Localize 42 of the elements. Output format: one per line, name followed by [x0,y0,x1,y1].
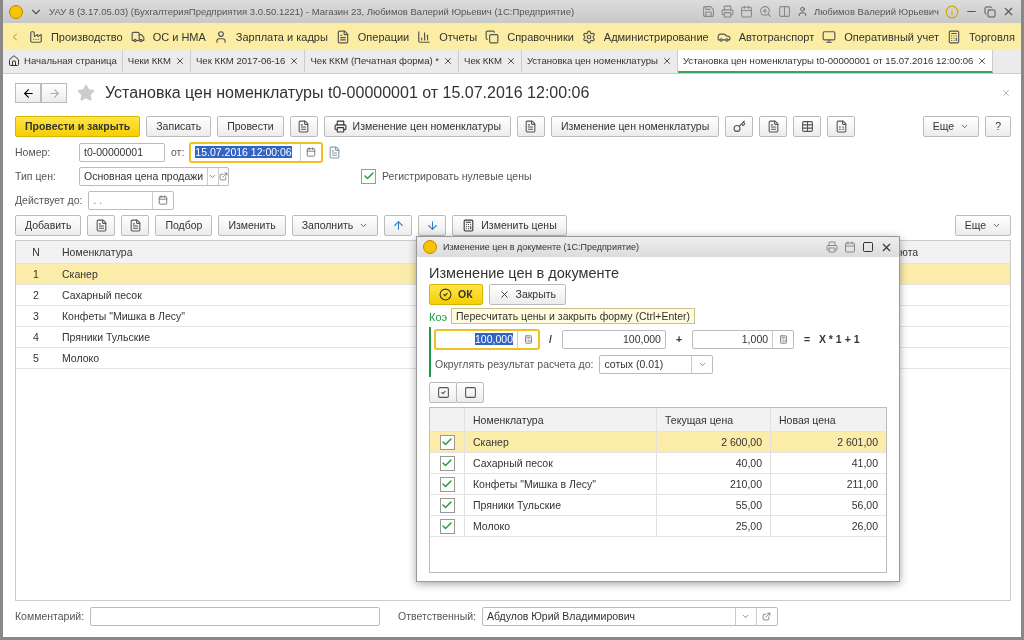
zero-prices-label: Регистрировать нулевые цены [382,170,532,182]
table-cell: Молоко [464,516,656,536]
table-cell: Сканер [464,432,656,452]
plus-sign: + [674,333,684,345]
table-cell-text: 5 [32,352,40,364]
table-cell: Пряники Тульские [464,495,656,515]
table-cell: 55,00 [656,495,770,515]
table-cell: 56,00 [770,495,886,515]
table-cell: Конфеты "Мишка в Лесу" [464,474,656,494]
dialog-window-title: Изменение цен в документе (1С:Предприятие) [443,242,639,252]
table-cell: 2 600,00 [656,432,770,452]
coefficient-label: Коэ [429,311,448,323]
window-title: УАУ 8 (3.17.05.03) (БухгалтерияПредприятия 3.0.50.1221) - Магазин 23, Любимов Валерий Юрьевич (1С:Предприятие) [49,6,575,17]
round-label: Округлять результат расчета до: [435,358,594,370]
dialog-heading: Изменение цен в документе [429,264,621,281]
table-cell: 26,00 [770,516,886,536]
table-cell: Сахарный песок [464,453,656,473]
table-cell-text: Конфеты "Мишка в Лесу" [61,310,186,322]
table-cell: 25,00 [656,516,770,536]
comment-label: Комментарий: [15,610,85,622]
table-cell: 211,00 [770,474,886,494]
responsible-label: Ответственный: [398,610,476,622]
price-type-label: Тип цен: [15,170,57,182]
document-title: Установка цен номенклатуры t0-00000001 от 15.07.2016 12:00:06 [105,84,590,102]
table-cell-text: 3 [32,310,40,322]
table-cell-text: Пряники Тульские [61,331,151,343]
table-cell-text: 4 [32,331,40,343]
formula-text: = X * 1 + 1 [803,333,861,345]
table-cell: 2 601,00 [770,432,886,452]
tooltip: Пересчитать цены и закрыть форму (Ctrl+Enter) [451,308,695,324]
divide-sign: / [548,333,553,345]
date-label: от: [171,146,185,158]
table-cell: 210,00 [656,474,770,494]
table-cell-text: 2 [32,289,40,301]
table-cell: 41,00 [770,453,886,473]
table-cell-text: 1 [32,268,40,280]
table-cell: 40,00 [656,453,770,473]
valid-until-label: Действует до: [15,194,83,206]
table-cell-text: Молоко [61,352,101,364]
table-cell-text: Сахарный песок [61,289,143,301]
number-label: Номер: [15,146,52,158]
table-cell-text: Сканер [61,268,99,280]
